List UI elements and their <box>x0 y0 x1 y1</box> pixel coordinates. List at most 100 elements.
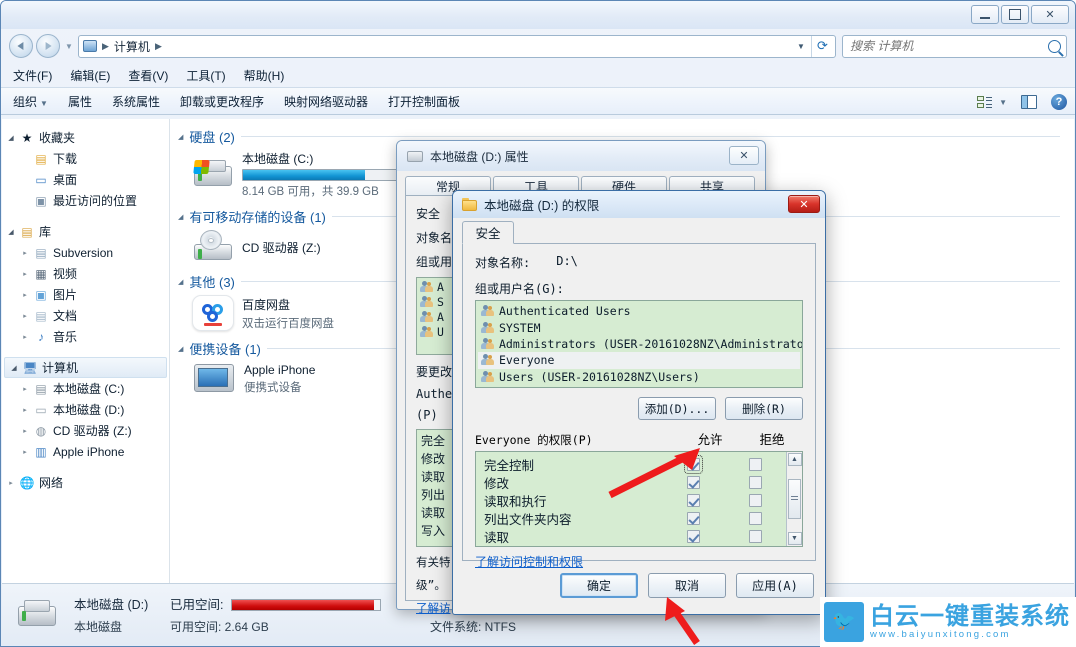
expander-icon[interactable]: ▸ <box>18 427 32 435</box>
close-button[interactable] <box>1031 5 1069 24</box>
sidebar-item-apple-iphone[interactable]: ▸ ▥ Apple iPhone <box>2 441 169 462</box>
allow-checkbox-list-folder[interactable] <box>686 511 700 525</box>
deny-checkbox-modify[interactable] <box>748 475 762 489</box>
properties-group-name: A <box>437 280 444 294</box>
window-controls <box>971 5 1069 24</box>
apply-button[interactable]: 应用(A) <box>736 572 814 598</box>
permission-row-read-execute[interactable]: 读取和执行 <box>476 491 786 509</box>
deny-checkbox-list-folder[interactable] <box>748 511 762 525</box>
allow-checkbox-read[interactable] <box>686 529 700 543</box>
menu-view[interactable]: 查看(V) <box>128 67 168 84</box>
expander-icon[interactable]: ◢ <box>178 213 183 221</box>
permission-row-modify[interactable]: 修改 <box>476 473 786 491</box>
breadcrumb-label[interactable]: 计算机 <box>114 38 150 55</box>
sidebar-item-subversion[interactable]: ▸ ▤ Subversion <box>2 242 169 263</box>
expander-icon[interactable]: ◢ <box>178 278 183 286</box>
preview-pane-icon[interactable] <box>1021 95 1037 109</box>
cancel-button[interactable]: 取消 <box>648 572 726 598</box>
allow-checkbox-full-control[interactable] <box>683 454 703 474</box>
breadcrumb-separator-icon-2[interactable]: ▶ <box>155 41 162 52</box>
menu-file[interactable]: 文件(F) <box>13 67 52 84</box>
organize-button[interactable]: 组织 ▼ <box>13 93 48 110</box>
back-button[interactable] <box>9 34 33 58</box>
sidebar-item-cd-drive-z[interactable]: ▸ ◍ CD 驱动器 (Z:) <box>2 420 169 441</box>
deny-checkbox-read-execute[interactable] <box>748 493 762 507</box>
user-group-icon <box>481 338 494 350</box>
menu-tools[interactable]: 工具(T) <box>186 67 225 84</box>
group-row-users[interactable]: Users (USER-20161028NZ\Users) <box>478 369 800 385</box>
uninstall-change-button[interactable]: 卸载或更改程序 <box>180 93 264 110</box>
minimize-button[interactable] <box>971 5 999 24</box>
remove-button[interactable]: 删除(R) <box>725 397 803 420</box>
sidebar-item-pictures[interactable]: ▸ ▣ 图片 <box>2 284 169 305</box>
permission-row-read[interactable]: 读取 <box>476 527 786 545</box>
system-properties-button[interactable]: 系统属性 <box>112 93 160 110</box>
properties-button[interactable]: 属性 <box>68 93 92 110</box>
expander-icon[interactable]: ▸ <box>18 406 32 414</box>
properties-close-button[interactable]: ✕ <box>729 146 759 165</box>
sidebar-item-documents[interactable]: ▸ ▤ 文档 <box>2 305 169 326</box>
maximize-button[interactable] <box>1001 5 1029 24</box>
sidebar-item-videos[interactable]: ▸ ▦ 视频 <box>2 263 169 284</box>
allow-checkbox-read-execute[interactable] <box>686 493 700 507</box>
expander-icon[interactable]: ◢ <box>178 345 183 353</box>
breadcrumb[interactable]: ▶ 计算机 ▶ <box>83 38 162 55</box>
sidebar-item-downloads[interactable]: ▤ 下载 <box>2 148 169 169</box>
search-box[interactable] <box>842 34 1067 58</box>
expander-icon[interactable]: ▸ <box>18 291 32 299</box>
search-input[interactable] <box>848 38 1038 54</box>
menu-help[interactable]: 帮助(H) <box>244 67 285 84</box>
scrollbar-thumb[interactable] <box>788 479 801 519</box>
expander-icon[interactable]: ▸ <box>18 385 32 393</box>
deny-checkbox-full-control[interactable] <box>748 457 762 471</box>
sidebar-item-recent-places[interactable]: ▣ 最近访问的位置 <box>2 190 169 211</box>
groups-list[interactable]: Authenticated Users SYSTEM Administrator… <box>475 300 803 388</box>
map-network-drive-button[interactable]: 映射网络驱动器 <box>284 93 368 110</box>
expander-icon[interactable]: ▸ <box>18 448 32 456</box>
sidebar-item-network[interactable]: ▸ 🌐 网络 <box>2 472 169 493</box>
sidebar-item-desktop[interactable]: ▭ 桌面 <box>2 169 169 190</box>
expander-icon[interactable]: ▸ <box>4 479 18 487</box>
permission-row-list-folder[interactable]: 列出文件夹内容 <box>476 509 786 527</box>
ok-button[interactable]: 确定 <box>560 572 638 598</box>
forward-button[interactable] <box>36 34 60 58</box>
group-row-authenticated-users[interactable]: Authenticated Users <box>478 303 800 319</box>
expander-icon[interactable]: ▸ <box>18 312 32 320</box>
open-control-panel-button[interactable]: 打开控制面板 <box>388 93 460 110</box>
expander-icon[interactable]: ▸ <box>18 249 32 257</box>
expander-icon[interactable]: ◢ <box>178 133 183 141</box>
properties-help-link[interactable]: 了解访 <box>416 601 451 615</box>
permissions-close-button[interactable]: ✕ <box>788 195 820 213</box>
group-row-system[interactable]: SYSTEM <box>478 319 800 335</box>
deny-checkbox-read[interactable] <box>748 529 762 543</box>
recent-pages-icon[interactable]: ▼ <box>63 35 75 57</box>
expander-icon[interactable]: ◢ <box>7 364 21 372</box>
sidebar-item-libraries[interactable]: ◢ ▤ 库 <box>2 221 169 242</box>
scroll-up-icon[interactable]: ▲ <box>787 453 802 466</box>
group-row-administrators[interactable]: Administrators (USER-20161028NZ\Administ… <box>478 336 802 352</box>
sidebar-item-computer[interactable]: ◢ 🖥 计算机 <box>4 357 167 378</box>
change-view-button[interactable]: ▼ <box>977 95 1007 109</box>
expander-icon[interactable]: ▸ <box>18 270 32 278</box>
allow-checkbox-modify[interactable] <box>686 475 700 489</box>
refresh-icon[interactable]: ⟳ <box>811 35 833 57</box>
permissions-list[interactable]: 完全控制 修改 读取和执行 列出文件夹内容 读取 ▲ ▼ <box>475 451 803 547</box>
address-dropdown-icon[interactable]: ▼ <box>791 42 811 51</box>
expander-icon[interactable]: ◢ <box>4 228 18 236</box>
add-button[interactable]: 添加(D)... <box>638 397 716 420</box>
permissions-scrollbar[interactable]: ▲ ▼ <box>786 452 802 546</box>
sidebar-item-local-disk-c[interactable]: ▸ ▤ 本地磁盘 (C:) <box>2 378 169 399</box>
group-row-everyone[interactable]: Everyone <box>478 352 800 369</box>
menu-edit[interactable]: 编辑(E) <box>70 67 110 84</box>
tab-security[interactable]: 安全 <box>462 221 514 244</box>
sidebar-item-favorites[interactable]: ◢ ★ 收藏夹 <box>2 127 169 148</box>
help-icon[interactable]: ? <box>1051 94 1067 110</box>
scroll-down-icon[interactable]: ▼ <box>787 532 802 545</box>
sidebar-item-local-disk-d[interactable]: ▸ ▭ 本地磁盘 (D:) <box>2 399 169 420</box>
expander-icon[interactable]: ◢ <box>4 134 18 142</box>
expander-icon[interactable]: ▸ <box>18 333 32 341</box>
address-bar[interactable]: ▶ 计算机 ▶ ▼ ⟳ <box>78 34 836 58</box>
baidu-info: 百度网盘 双击运行百度网盘 <box>242 296 334 331</box>
sidebar-item-music[interactable]: ▸ ♪ 音乐 <box>2 326 169 347</box>
permission-row-full-control[interactable]: 完全控制 <box>476 454 786 474</box>
